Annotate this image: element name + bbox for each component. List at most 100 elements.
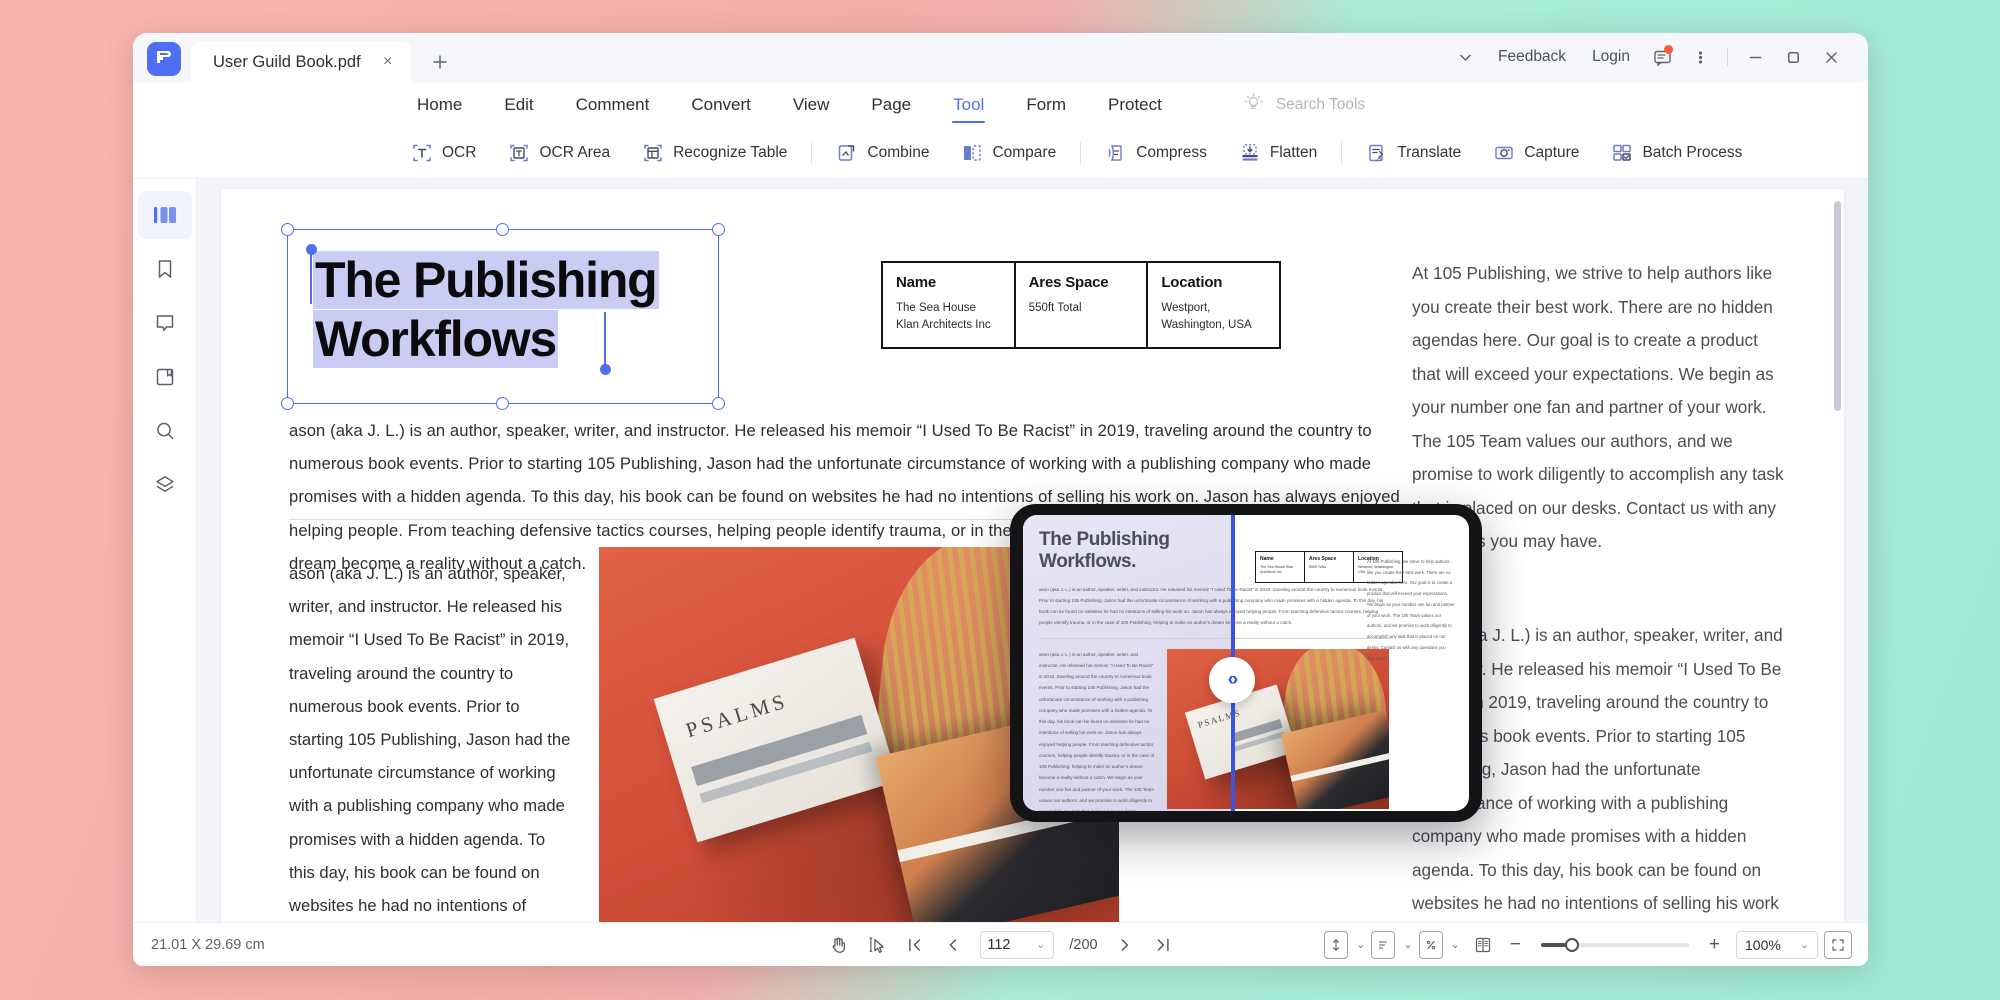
application-window: User Guild Book.pdf × Feedback Login Hom… (133, 33, 1868, 966)
menu-tab-page[interactable]: Page (850, 85, 932, 125)
document-viewport[interactable]: The Publishing Workflows Name The Sea Ho… (197, 179, 1868, 922)
page-layout-icon[interactable] (1371, 930, 1396, 959)
preview-before-divider (1039, 637, 1233, 639)
ribbon-label: Compare (992, 143, 1057, 161)
zoom-chevron-icon[interactable]: ⌄ (1800, 938, 1809, 951)
fit-height-chevron-icon[interactable]: ⌄ (1356, 938, 1365, 951)
preview-before-columns: ason (aka J. L.) is an author, speaker, … (1039, 648, 1233, 811)
ribbon-ocr-area[interactable]: OCR Area (492, 135, 626, 171)
zoom-in-button[interactable]: + (1705, 934, 1724, 956)
preview-page-before: The Publishing Workflows. ason (aka J. L… (1023, 515, 1233, 811)
text-selection-box[interactable] (281, 223, 725, 410)
sidebar-item-search[interactable] (138, 407, 192, 455)
fit-height-icon[interactable] (1324, 930, 1349, 959)
sidebar-item-comments[interactable] (138, 299, 192, 347)
two-page-view-icon[interactable] (1466, 930, 1500, 960)
ribbon-flatten[interactable]: Flatten (1223, 135, 1333, 171)
resize-handle-top-right[interactable] (712, 223, 725, 236)
select-tool-icon[interactable] (859, 930, 893, 960)
ribbon-compare[interactable]: Compare (945, 135, 1072, 171)
first-page-icon[interactable] (897, 930, 931, 960)
document-table[interactable]: Name The Sea House Klan Architects Inc A… (881, 261, 1281, 350)
flatten-icon (1239, 142, 1261, 164)
close-window-button[interactable] (1812, 41, 1850, 73)
resize-handle-top-left[interactable] (281, 223, 294, 236)
ribbon-batch-process[interactable]: Batch Process (1595, 135, 1758, 171)
maximize-button[interactable] (1774, 41, 1812, 73)
chevron-down-icon[interactable]: ⌄ (1036, 938, 1045, 951)
comparison-slider-handle[interactable]: ‹› (1209, 657, 1255, 703)
table-value: The Sea House Klan Architects Inc (896, 302, 991, 331)
sidebar-item-thumbnails[interactable] (137, 191, 192, 239)
ribbon-combine[interactable]: Combine (820, 135, 945, 171)
table-header: Location (1161, 274, 1223, 291)
fullscreen-icon[interactable] (1824, 930, 1852, 959)
page-number-input[interactable]: 112 ⌄ (979, 930, 1054, 959)
tool-ribbon: OCR OCR Area Recognize Table Combine Com… (133, 127, 1868, 179)
ribbon-label: Recognize Table (673, 143, 788, 161)
preview-table-value: 550ft Total (1309, 565, 1326, 569)
menu-tab-edit[interactable]: Edit (483, 85, 554, 125)
book-illustration: PSALMS (653, 637, 899, 843)
rotate-icon[interactable] (1418, 930, 1443, 959)
preview-before-column-left: ason (aka J. L.) is an author, speaker, … (1039, 651, 1155, 811)
sidebar-item-layers[interactable] (138, 461, 192, 509)
resize-handle-bottom-center[interactable] (496, 397, 509, 410)
ribbon-ocr[interactable]: OCR (395, 135, 492, 171)
rotate-chevron-icon[interactable]: ⌄ (1451, 938, 1460, 951)
view-controls: ⌄ ⌄ ⌄ − + 100% ⌄ (1324, 930, 1868, 960)
zoom-out-button[interactable]: − (1506, 934, 1525, 956)
window-controls: Feedback Login (1447, 41, 1868, 83)
zoom-slider-handle[interactable] (1564, 937, 1579, 952)
zoom-slider[interactable] (1540, 937, 1689, 952)
previous-page-icon[interactable] (935, 930, 969, 960)
page-layout-chevron-icon[interactable]: ⌄ (1403, 938, 1412, 951)
tablet-preview-overlay[interactable]: The Publishing Workflows. ason (aka J. L… (1010, 504, 1482, 822)
resize-handle-bottom-left[interactable] (281, 397, 294, 410)
menu-tab-convert[interactable]: Convert (670, 85, 772, 125)
vertical-scrollbar[interactable] (1834, 201, 1841, 411)
next-page-icon[interactable] (1108, 930, 1142, 960)
resize-handle-top-center[interactable] (496, 223, 509, 236)
sidebar-item-attachments[interactable] (138, 353, 192, 401)
ribbon-translate[interactable]: A Translate (1350, 135, 1477, 171)
page-navigation: 112 ⌄ /200 (821, 930, 1179, 960)
menu-tab-protect[interactable]: Protect (1087, 85, 1183, 125)
ribbon-capture[interactable]: Capture (1477, 135, 1595, 171)
batch-process-icon (1611, 142, 1633, 164)
menu-tab-comment[interactable]: Comment (555, 85, 671, 125)
close-tab-icon[interactable]: × (375, 49, 401, 75)
hand-tool-icon[interactable] (821, 930, 855, 960)
more-options-icon[interactable] (1681, 41, 1719, 73)
search-tools[interactable]: Search Tools (1243, 92, 1365, 118)
menu-tab-tool[interactable]: Tool (932, 85, 1005, 125)
ribbon-recognize-table[interactable]: Recognize Table (626, 135, 803, 171)
preview-before-title-line-2: Workflows. (1039, 550, 1136, 572)
app-logo-icon (147, 42, 181, 76)
menu-tab-view[interactable]: View (772, 85, 851, 125)
ocr-area-icon (508, 142, 530, 164)
preview-before-title-line-1: The Publishing (1039, 529, 1170, 550)
current-page-value: 112 (987, 936, 1011, 953)
table-value: 550ft Total (1028, 302, 1082, 314)
minimize-button[interactable] (1736, 41, 1774, 73)
document-tab[interactable]: User Guild Book.pdf × (191, 41, 411, 83)
selection-end-handle[interactable] (600, 364, 611, 375)
new-tab-button[interactable] (427, 49, 453, 75)
messages-icon[interactable] (1643, 41, 1681, 73)
zoom-level-value: 100% (1745, 936, 1781, 953)
resize-handle-bottom-right[interactable] (712, 397, 725, 410)
menu-tab-home[interactable]: Home (396, 85, 483, 125)
svg-text:A: A (1377, 155, 1382, 162)
zoom-level-select[interactable]: 100% ⌄ (1736, 930, 1818, 959)
expand-chevron-icon[interactable] (1447, 41, 1485, 73)
capture-icon (1493, 142, 1515, 164)
last-page-icon[interactable] (1146, 930, 1180, 960)
tab-title: User Guild Book.pdf (213, 52, 361, 71)
selection-start-caret (310, 252, 312, 304)
sidebar-item-bookmarks[interactable] (138, 245, 192, 293)
ribbon-compress[interactable]: Compress (1089, 135, 1223, 171)
login-button[interactable]: Login (1579, 41, 1643, 73)
feedback-button[interactable]: Feedback (1485, 41, 1579, 73)
menu-tab-form[interactable]: Form (1005, 85, 1087, 125)
